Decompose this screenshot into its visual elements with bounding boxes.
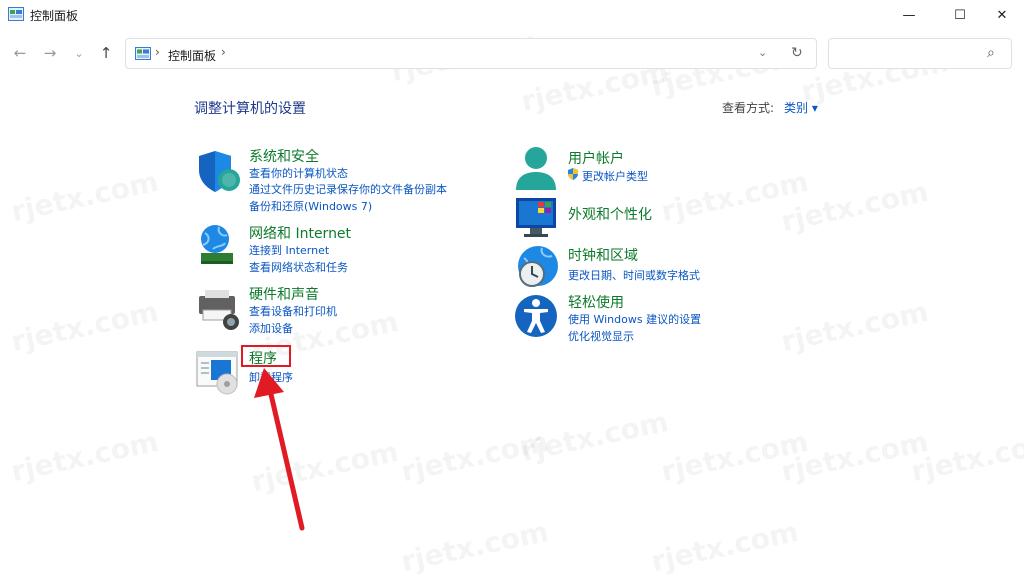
watermark-text: rjetx.com bbox=[8, 165, 161, 228]
category-title-system-security[interactable]: 系统和安全 bbox=[249, 146, 319, 166]
link-connect-internet[interactable]: 连接到 Internet bbox=[249, 242, 329, 258]
back-arrow-icon[interactable]: ← bbox=[9, 42, 31, 64]
search-icon[interactable]: ⌕ bbox=[987, 45, 995, 61]
window-title: 控制面板 bbox=[30, 9, 79, 23]
watermark-text: rjetx.com bbox=[518, 405, 671, 468]
printer-icon[interactable] bbox=[195, 284, 243, 332]
category-title-network[interactable]: 网络和 Internet bbox=[249, 223, 351, 243]
recent-locations-chevron-icon[interactable]: ⌄ bbox=[68, 42, 90, 64]
refresh-icon[interactable]: ↻ bbox=[791, 45, 803, 61]
annotation-arrow-icon bbox=[254, 368, 305, 531]
category-title-hardware-sound[interactable]: 硬件和声音 bbox=[249, 284, 319, 304]
forward-arrow-icon[interactable]: → bbox=[39, 42, 61, 64]
user-icon[interactable] bbox=[514, 146, 562, 194]
link-view-computer-status[interactable]: 查看你的计算机状态 bbox=[249, 165, 348, 181]
control-panel-icon bbox=[135, 47, 151, 60]
link-change-account-type[interactable]: 更改帐户类型 bbox=[582, 168, 648, 184]
maximize-button[interactable]: ☐ bbox=[937, 0, 983, 30]
up-arrow-icon[interactable]: ↑ bbox=[95, 42, 117, 64]
control-panel-window: rjetx.com rjetx.com rjetx.com rjetx.com … bbox=[0, 0, 1024, 577]
category-appearance: 外观和个性化 bbox=[514, 196, 814, 237]
watermark-text: rjetx.com bbox=[8, 295, 161, 358]
view-by-dropdown[interactable]: 类别 ▾ bbox=[784, 99, 818, 116]
watermark-text: rjetx.com bbox=[648, 515, 801, 577]
category-title-appearance[interactable]: 外观和个性化 bbox=[568, 204, 652, 224]
search-input[interactable]: ⌕ bbox=[828, 38, 1012, 69]
category-clock-region: 时钟和区域 更改日期、时间或数字格式 bbox=[514, 244, 814, 289]
control-panel-app-icon bbox=[8, 7, 24, 21]
annotation-highlight-box bbox=[241, 345, 291, 367]
navigation-bar: ← → ⌄ ↑ › 控制面板 › ⌄ ↻ ⌕ bbox=[0, 34, 1024, 74]
breadcrumb-separator-icon[interactable]: › bbox=[221, 45, 226, 59]
breadcrumb-separator-icon[interactable]: › bbox=[155, 45, 160, 59]
category-title-user-accounts[interactable]: 用户帐户 bbox=[568, 148, 624, 168]
title-bar: 控制面板 — ☐ ✕ bbox=[0, 0, 1024, 30]
link-change-date-time[interactable]: 更改日期、时间或数字格式 bbox=[568, 267, 700, 283]
minimize-button[interactable]: — bbox=[886, 0, 932, 30]
monitor-icon[interactable] bbox=[514, 196, 562, 244]
address-bar[interactable]: › 控制面板 › ⌄ ↻ bbox=[125, 38, 817, 69]
category-title-ease-access[interactable]: 轻松使用 bbox=[568, 292, 624, 312]
page-title: 调整计算机的设置 bbox=[194, 101, 306, 117]
link-backup-restore[interactable]: 备份和还原(Windows 7) bbox=[249, 198, 372, 214]
link-network-status[interactable]: 查看网络状态和任务 bbox=[249, 259, 348, 275]
category-user-accounts: 用户帐户 更改帐户类型 bbox=[514, 146, 814, 196]
category-title-clock-region[interactable]: 时钟和区域 bbox=[568, 245, 638, 265]
link-windows-recommended-settings[interactable]: 使用 Windows 建议的设置 bbox=[568, 311, 701, 327]
shield-icon[interactable] bbox=[195, 148, 243, 196]
category-hardware-sound: 硬件和声音 查看设备和打印机 添加设备 bbox=[195, 284, 495, 336]
link-optimize-visual-display[interactable]: 优化视觉显示 bbox=[568, 328, 634, 344]
programs-icon[interactable] bbox=[195, 348, 243, 396]
close-button[interactable]: ✕ bbox=[979, 0, 1024, 30]
network-globe-icon[interactable] bbox=[195, 223, 243, 271]
category-network: 网络和 Internet 连接到 Internet 查看网络状态和任务 bbox=[195, 223, 495, 275]
link-devices-printers[interactable]: 查看设备和打印机 bbox=[249, 303, 337, 319]
breadcrumb-control-panel[interactable]: 控制面板 bbox=[168, 47, 216, 64]
category-ease-access: 轻松使用 使用 Windows 建议的设置 优化视觉显示 bbox=[514, 292, 814, 344]
uac-shield-icon bbox=[568, 168, 578, 180]
link-file-history[interactable]: 通过文件历史记录保存你的文件备份副本 bbox=[249, 181, 447, 197]
view-by-label: 查看方式: bbox=[722, 101, 775, 115]
link-add-device[interactable]: 添加设备 bbox=[249, 320, 293, 336]
category-system-security: 系统和安全 查看你的计算机状态 通过文件历史记录保存你的文件备份副本 备份和还原… bbox=[195, 146, 495, 216]
accessibility-icon[interactable] bbox=[514, 292, 562, 340]
clock-globe-icon[interactable] bbox=[514, 244, 562, 292]
watermark-text: rjetx.com bbox=[398, 515, 551, 577]
address-dropdown-icon[interactable]: ⌄ bbox=[758, 46, 767, 59]
category-programs: 程序 卸载程序 bbox=[195, 348, 495, 396]
watermark-text: rjetx.com bbox=[8, 425, 161, 488]
